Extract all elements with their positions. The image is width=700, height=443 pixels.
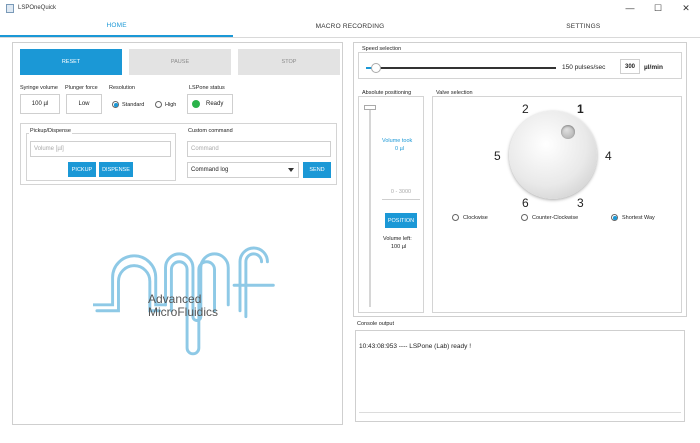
pause-button[interactable]: PAUSE — [129, 49, 231, 75]
volume-took-label: Volume took — [382, 138, 413, 144]
speed-slider-handle[interactable] — [370, 63, 381, 73]
dispense-button[interactable]: DISPENSE — [99, 162, 133, 177]
absolute-positioning-label: Absolute positioning — [361, 90, 413, 96]
lspone-status-label: LSPone status — [189, 85, 225, 91]
pickup-volume-input[interactable]: Volume [µl] — [30, 141, 171, 157]
command-log-value: Command log — [191, 167, 229, 173]
status-dot-icon — [192, 100, 200, 108]
plunger-force-field[interactable]: Low — [66, 94, 102, 114]
tab-home[interactable]: HOME — [0, 16, 234, 37]
counter-clockwise-label: Counter-Clockwise — [532, 215, 579, 221]
right-top-panel: Speed selection 150 pulses/sec 300 µl/mi… — [353, 42, 687, 317]
valve-knob[interactable] — [509, 111, 597, 199]
status-value: Ready — [206, 101, 224, 107]
volume-took-value: 0 µl — [395, 146, 404, 152]
logo-line-2: MicroFluidics — [148, 305, 219, 319]
send-button[interactable]: SEND — [303, 162, 331, 178]
volume-slider-handle[interactable] — [364, 105, 376, 110]
minimize-icon[interactable]: — — [616, 0, 644, 16]
port-3-label[interactable]: 3 — [577, 196, 584, 210]
port-1-label[interactable]: 1 — [577, 102, 584, 116]
close-icon[interactable]: ✕ — [672, 0, 700, 16]
main-tabs: HOME MACRO RECORDING SETTINGS — [0, 16, 700, 38]
port-4-label[interactable]: 4 — [605, 149, 612, 163]
pickup-dispense-label: Pickup/Dispense — [29, 128, 72, 134]
clockwise-radio[interactable] — [452, 214, 459, 221]
console-output-label: Console output — [356, 321, 395, 327]
pickup-button[interactable]: PICKUP — [68, 162, 96, 177]
command-log-select[interactable]: Command log — [187, 162, 299, 178]
tab-settings[interactable]: SETTINGS — [467, 16, 700, 37]
syringe-volume-label: Syringe volume — [20, 85, 58, 91]
resolution-high-radio[interactable] — [155, 101, 162, 108]
position-button[interactable]: POSITION — [385, 213, 417, 228]
logo-text: Advanced MicroFluidics — [148, 293, 218, 319]
custom-command-label: Custom command — [187, 128, 234, 134]
resolution-standard-label: Standard — [122, 102, 145, 108]
stop-button[interactable]: STOP — [238, 49, 340, 75]
valve-selection-label: Valve selection — [435, 90, 474, 96]
speed-slider[interactable] — [366, 63, 556, 73]
shortest-way-radio[interactable] — [611, 214, 618, 221]
window-title: LSPOneQuick — [18, 5, 57, 11]
reset-button[interactable]: RESET — [20, 49, 122, 75]
command-input[interactable]: Command — [187, 141, 331, 157]
console-divider — [359, 412, 681, 413]
dropdown-arrow-icon — [288, 168, 294, 172]
ulmin-unit: µl/min — [644, 64, 663, 71]
console-line: 10:43:08:953 ---- LSPone (Lab) ready ! — [359, 343, 472, 350]
range-input[interactable]: 0 - 3000 — [382, 185, 420, 200]
console-panel: Console output 10:43:08:953 ---- LSPone … — [353, 321, 687, 425]
ulmin-input[interactable]: 300 — [620, 59, 640, 74]
valve-knob-indicator — [561, 125, 575, 139]
resolution-high-label: High — [165, 102, 177, 108]
syringe-volume-field[interactable]: 100 µl — [20, 94, 60, 114]
volume-slider[interactable] — [364, 105, 376, 307]
volume-slider-track — [369, 105, 371, 307]
counter-clockwise-radio[interactable] — [521, 214, 528, 221]
port-2-label[interactable]: 2 — [522, 102, 529, 116]
resolution-standard-radio[interactable] — [112, 101, 119, 108]
port-5-label[interactable]: 5 — [494, 149, 501, 163]
maximize-icon[interactable]: ☐ — [644, 0, 672, 16]
plunger-force-label: Plunger force — [65, 85, 98, 91]
shortest-way-label: Shortest Way — [622, 215, 655, 221]
lspone-status-field: Ready — [187, 94, 233, 114]
left-panel: RESET PAUSE STOP Syringe volume 100 µl P… — [12, 42, 343, 425]
port-6-label[interactable]: 6 — [522, 196, 529, 210]
title-bar: LSPOneQuick — ☐ ✕ — [0, 0, 700, 16]
speed-slider-track — [366, 67, 556, 69]
volume-left-label: Volume left: — [383, 236, 412, 242]
clockwise-label: Clockwise — [463, 215, 488, 221]
pulses-text: 150 pulses/sec — [562, 64, 606, 71]
console-output-box[interactable]: 10:43:08:953 ---- LSPone (Lab) ready ! — [355, 330, 685, 422]
app-icon — [6, 3, 14, 13]
resolution-label: Resolution — [109, 85, 135, 91]
speed-selection-label: Speed selection — [361, 46, 403, 52]
tab-macro-recording[interactable]: MACRO RECORDING — [233, 16, 466, 37]
volume-left-value: 100 µl — [391, 244, 407, 250]
